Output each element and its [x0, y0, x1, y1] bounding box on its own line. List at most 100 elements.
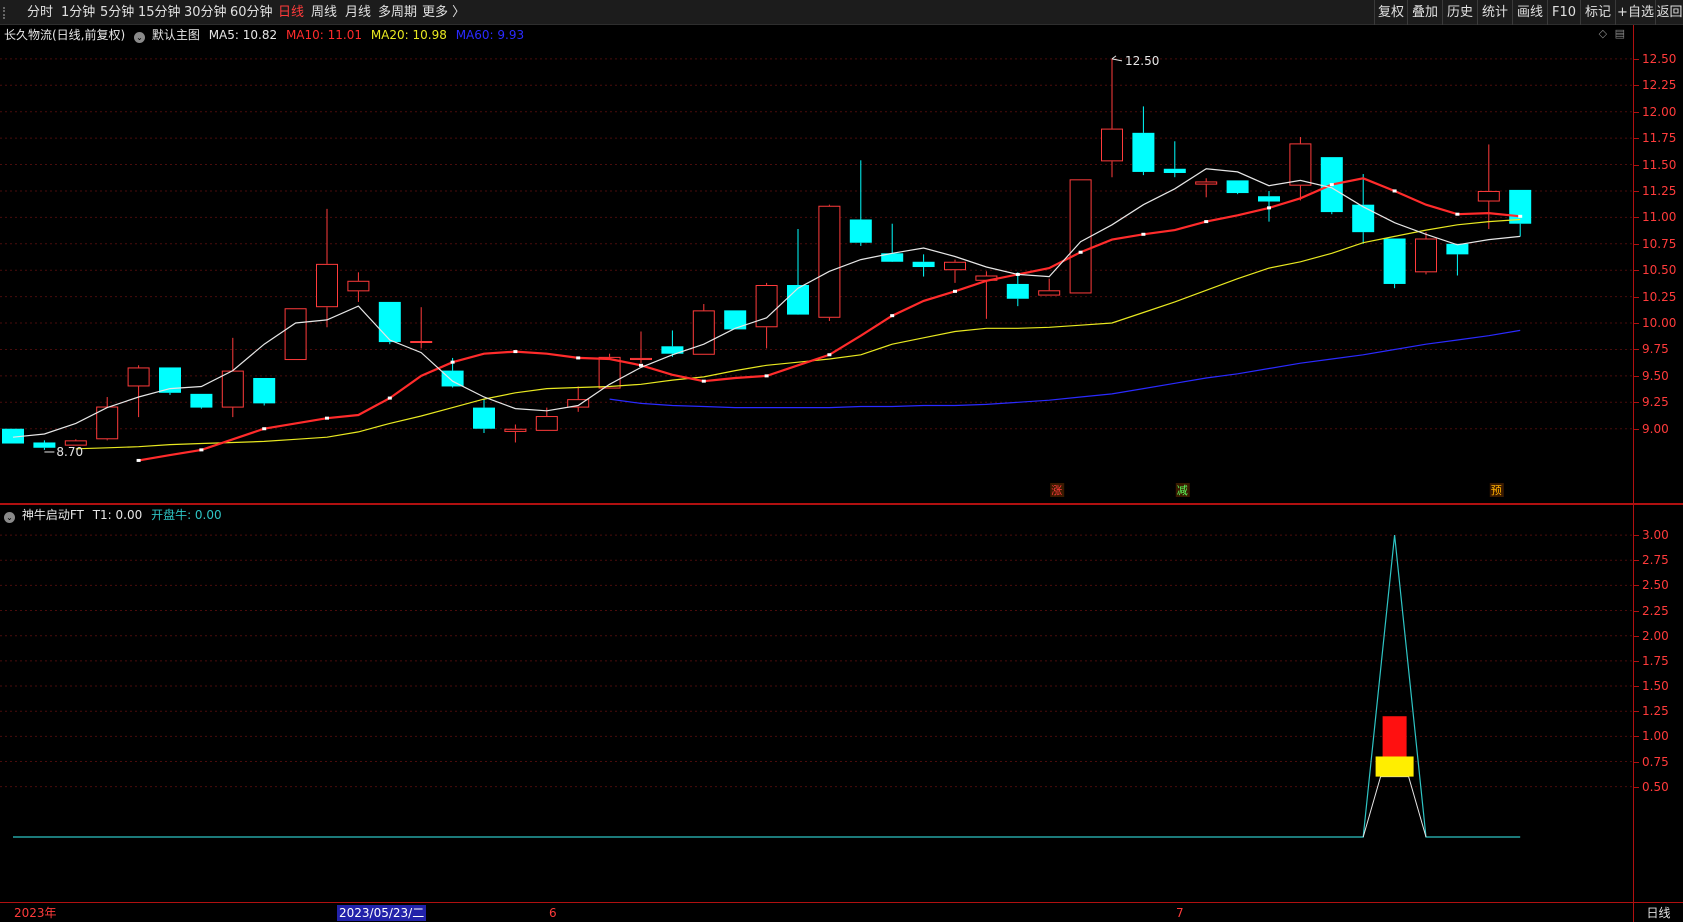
price-tick-label: 11.25 — [1633, 183, 1677, 198]
ma10-point — [199, 448, 204, 452]
price-tick-label: 9.25 — [1634, 395, 1669, 410]
indicator-chart[interactable] — [0, 505, 1633, 902]
date-label-year: 2023年 — [14, 906, 57, 920]
period-indicator[interactable]: 日线 — [1633, 902, 1683, 922]
indicator-tick-label: 0.75 — [1634, 754, 1669, 769]
ma10-point — [1455, 212, 1460, 216]
ma10-point — [1015, 272, 1020, 276]
candle-body-up — [1195, 181, 1218, 185]
candle-body-up — [1289, 143, 1312, 186]
restore-rights-button[interactable]: 复权 — [1374, 0, 1407, 25]
candle-body-down — [441, 370, 464, 387]
ma10-point — [1141, 232, 1146, 236]
indicator-name[interactable]: 神牛启动FT — [22, 508, 84, 522]
candle-body-down — [1383, 238, 1406, 284]
signal-bar-red — [1382, 716, 1407, 757]
price-axis: 12.50 12.25 12.00 11.75 11.50 11.25 11.00 10.75… — [1633, 25, 1683, 503]
add-watchlist-button[interactable]: +自选 — [1615, 0, 1655, 25]
candle-body-up — [1038, 290, 1061, 296]
candle-body-down — [378, 301, 401, 343]
list-icon[interactable]: ▤ — [1615, 27, 1625, 40]
period-tab-5min[interactable]: 5分钟 — [100, 0, 134, 25]
statistics-button[interactable]: 统计 — [1477, 0, 1512, 25]
signal-tag: 预 — [1491, 484, 1502, 497]
price-tick-label: 12.50 — [1633, 51, 1677, 66]
period-tab-monthly[interactable]: 月线 — [345, 0, 371, 25]
period-tab-more[interactable]: 更多 〉 — [422, 0, 465, 25]
f10-button[interactable]: F10 — [1547, 0, 1580, 25]
date-label-june: 6 — [549, 906, 557, 920]
ma10-point — [576, 356, 581, 360]
main-legend: 长久物流(日线,前复权) ⌄ 默认主图 MA5: 10.82 MA10: 11.… — [4, 27, 529, 43]
price-tick-label: 10.00 — [1633, 316, 1677, 331]
indicator-tick-label: 2.75 — [1634, 553, 1669, 568]
indicator-tick-label: 1.50 — [1634, 679, 1669, 694]
candle-body-down — [1226, 180, 1249, 194]
candle-body-up — [284, 308, 307, 361]
back-button[interactable]: 返回 — [1655, 0, 1683, 25]
diamond-icon[interactable]: ◇ — [1599, 27, 1607, 40]
signal-tag: 减 — [1177, 484, 1188, 497]
signal-bar-yellow — [1375, 756, 1414, 777]
candle-body-up — [316, 263, 338, 308]
candle-body-down — [253, 378, 276, 404]
stock-title[interactable]: 长久物流(日线,前复权) — [4, 28, 125, 42]
history-button[interactable]: 历史 — [1442, 0, 1477, 25]
candle-body-down — [1258, 196, 1280, 202]
period-tab-daily[interactable]: 日线 — [278, 0, 304, 25]
draw-line-button[interactable]: 画线 — [1512, 0, 1547, 25]
candle-body-up — [692, 310, 715, 355]
price-tick-label: 9.00 — [1634, 421, 1669, 436]
price-tick-label: 11.75 — [1633, 131, 1677, 146]
kline-panel[interactable]: 12.50 8.70 涨 减 预 长久物流(日线,前复权) ⌄ 默认主图 MA5: 10… — [0, 25, 1633, 503]
ma20-legend: MA20: 10.98 — [370, 28, 447, 42]
ma10-point — [513, 350, 518, 354]
date-axis: 2023年 2023/05/23/二 6 7 — [0, 902, 1633, 922]
indicator-chevron-icon[interactable]: ⌄ — [4, 512, 15, 523]
candle-body-up — [598, 356, 621, 389]
overlay-button[interactable]: 叠加 — [1407, 0, 1442, 25]
toolbar-grip-icon[interactable] — [3, 7, 9, 19]
t1-value: T1: 0.00 — [92, 508, 143, 522]
candle-body-down — [1006, 283, 1029, 299]
price-tick-label: 11.00 — [1633, 210, 1677, 225]
candle-body-down — [190, 393, 213, 408]
period-tab-30min[interactable]: 30分钟 — [184, 0, 227, 25]
period-tab-fenshi[interactable]: 分时 — [27, 0, 53, 25]
indicator-tick-label: 0.50 — [1634, 779, 1669, 794]
candle-body-up — [1415, 238, 1437, 273]
indicator-legend: ⌄ 神牛启动FT T1: 0.00 开盘牛: 0.00 — [4, 507, 227, 523]
ma10-point — [827, 353, 832, 357]
candle-body-up — [944, 261, 966, 271]
candle-body-down — [33, 442, 56, 448]
ma10-point — [1267, 206, 1271, 210]
indicator-tick-label: 2.25 — [1634, 603, 1669, 618]
mark-button[interactable]: 标记 — [1580, 0, 1615, 25]
indicator-tick-label: 1.75 — [1634, 653, 1669, 668]
candle-body-down — [1132, 132, 1155, 172]
ma60-legend: MA60: 9.93 — [455, 28, 525, 42]
panel-tool-icons[interactable]: ◇ ▤ — [1599, 27, 1625, 40]
candle-body-up — [1069, 179, 1092, 294]
high-price-label: 12.50 — [1125, 54, 1159, 68]
date-label-july: 7 — [1176, 906, 1184, 920]
indicator-axis: 3.00 2.75 2.50 2.25 2.00 1.75 1.50 1.25 1.00 0.75… — [1633, 505, 1683, 902]
candle-body-up — [127, 367, 150, 387]
indicator-panel[interactable]: ⌄ 神牛启动FT T1: 0.00 开盘牛: 0.00 — [0, 505, 1633, 902]
period-tab-15min[interactable]: 15分钟 — [138, 0, 181, 25]
period-tab-60min[interactable]: 60分钟 — [230, 0, 273, 25]
price-tick-label: 9.50 — [1634, 368, 1669, 383]
candle-body-up — [221, 370, 244, 408]
period-tab-1min[interactable]: 1分钟 — [61, 0, 95, 25]
price-tick-label: 10.75 — [1633, 236, 1677, 251]
price-tick-label: 11.50 — [1633, 157, 1677, 172]
period-tab-weekly[interactable]: 周线 — [311, 0, 337, 25]
price-tick-label: 10.50 — [1633, 263, 1677, 278]
ma10-point — [764, 374, 769, 378]
kline-chart[interactable]: 12.50 8.70 涨 减 预 — [0, 25, 1633, 503]
ma5-legend: MA5: 10.82 — [208, 28, 278, 42]
indicator-tick-label: 2.00 — [1634, 628, 1669, 643]
template-name[interactable]: 默认主图 — [152, 28, 200, 42]
period-tab-multi[interactable]: 多周期 — [378, 0, 417, 25]
template-chevron-icon[interactable]: ⌄ — [134, 32, 146, 43]
